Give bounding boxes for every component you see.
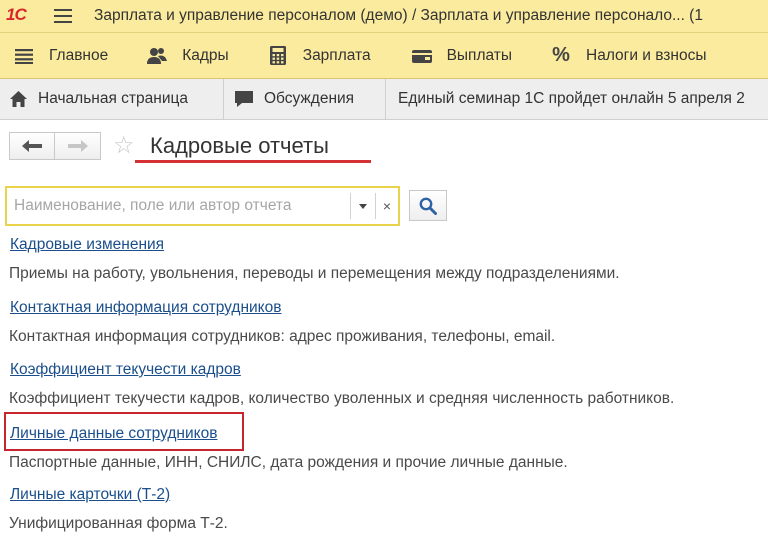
sections-panel: Главное Кадры Зарплата Выплаты % Налоги …: [0, 33, 768, 79]
title-underline-annotation: [135, 160, 371, 163]
section-main[interactable]: Главное: [13, 33, 108, 78]
favorite-star-icon[interactable]: ☆: [113, 133, 135, 159]
wallet-icon: [411, 46, 433, 66]
calculator-icon: [267, 46, 289, 66]
section-payments[interactable]: Выплаты: [411, 33, 512, 78]
percent-icon: %: [552, 44, 570, 66]
report-description: Контактная информация сотрудников: адрес…: [9, 328, 556, 345]
tab-label: Обсуждения: [264, 90, 355, 107]
report-link-t2-cards[interactable]: Личные карточки (Т-2): [10, 485, 170, 505]
back-button[interactable]: [9, 132, 55, 160]
report-link-personnel-changes[interactable]: Кадровые изменения: [10, 235, 164, 255]
window-title: Зарплата и управление персоналом (демо) …: [94, 7, 703, 24]
arrow-left-icon: [22, 140, 42, 152]
arrow-right-icon: [67, 140, 88, 152]
section-label: Кадры: [182, 46, 229, 64]
section-taxes[interactable]: % Налоги и взносы: [550, 33, 706, 78]
section-label: Налоги и взносы: [586, 46, 707, 64]
search-icon: [419, 197, 437, 215]
navigation-buttons: [9, 132, 101, 160]
section-salary[interactable]: Зарплата: [267, 33, 371, 78]
section-label: Главное: [49, 46, 109, 64]
forward-button[interactable]: [55, 132, 101, 160]
tab-label: Начальная страница: [38, 90, 188, 107]
report-link-contact-info[interactable]: Контактная информация сотрудников: [10, 298, 281, 318]
search-button[interactable]: [409, 190, 447, 221]
report-description: Приемы на работу, увольнения, переводы и…: [9, 265, 620, 282]
page-title: Кадровые отчеты: [150, 133, 329, 158]
list-icon: [13, 46, 35, 66]
chat-icon: [234, 90, 254, 108]
search-field: ×: [5, 186, 400, 226]
highlight-annotation: [4, 412, 244, 451]
search-input[interactable]: [10, 191, 358, 221]
window-titlebar: 1С Зарплата и управление персоналом (дем…: [0, 0, 768, 33]
tab-discussions[interactable]: Обсуждения: [224, 79, 386, 119]
tab-label: Единый семинар 1С пройдет онлайн 5 апрел…: [398, 90, 745, 107]
report-description: Паспортные данные, ИНН, СНИЛС, дата рожд…: [9, 454, 568, 471]
open-tabs-bar: Начальная страница Обсуждения Единый сем…: [0, 79, 768, 120]
main-menu-icon[interactable]: [54, 9, 72, 23]
section-label: Выплаты: [446, 46, 513, 64]
home-icon: [8, 91, 28, 107]
dropdown-button[interactable]: [350, 193, 375, 219]
chevron-down-icon: [359, 203, 367, 209]
tab-seminar[interactable]: Единый семинар 1С пройдет онлайн 5 апрел…: [386, 79, 757, 119]
tab-home[interactable]: Начальная страница: [0, 79, 224, 119]
section-label: Зарплата: [302, 46, 371, 64]
section-hr[interactable]: Кадры: [146, 33, 229, 78]
report-link-turnover-rate[interactable]: Коэффициент текучести кадров: [10, 360, 241, 380]
logo-text: 1С: [6, 5, 27, 24]
people-icon: [146, 46, 168, 66]
app-logo[interactable]: 1С: [6, 5, 40, 26]
report-description: Коэффициент текучести кадров, количество…: [9, 390, 675, 407]
report-description: Унифицированная форма Т-2.: [9, 515, 228, 532]
clear-button[interactable]: ×: [375, 193, 398, 219]
